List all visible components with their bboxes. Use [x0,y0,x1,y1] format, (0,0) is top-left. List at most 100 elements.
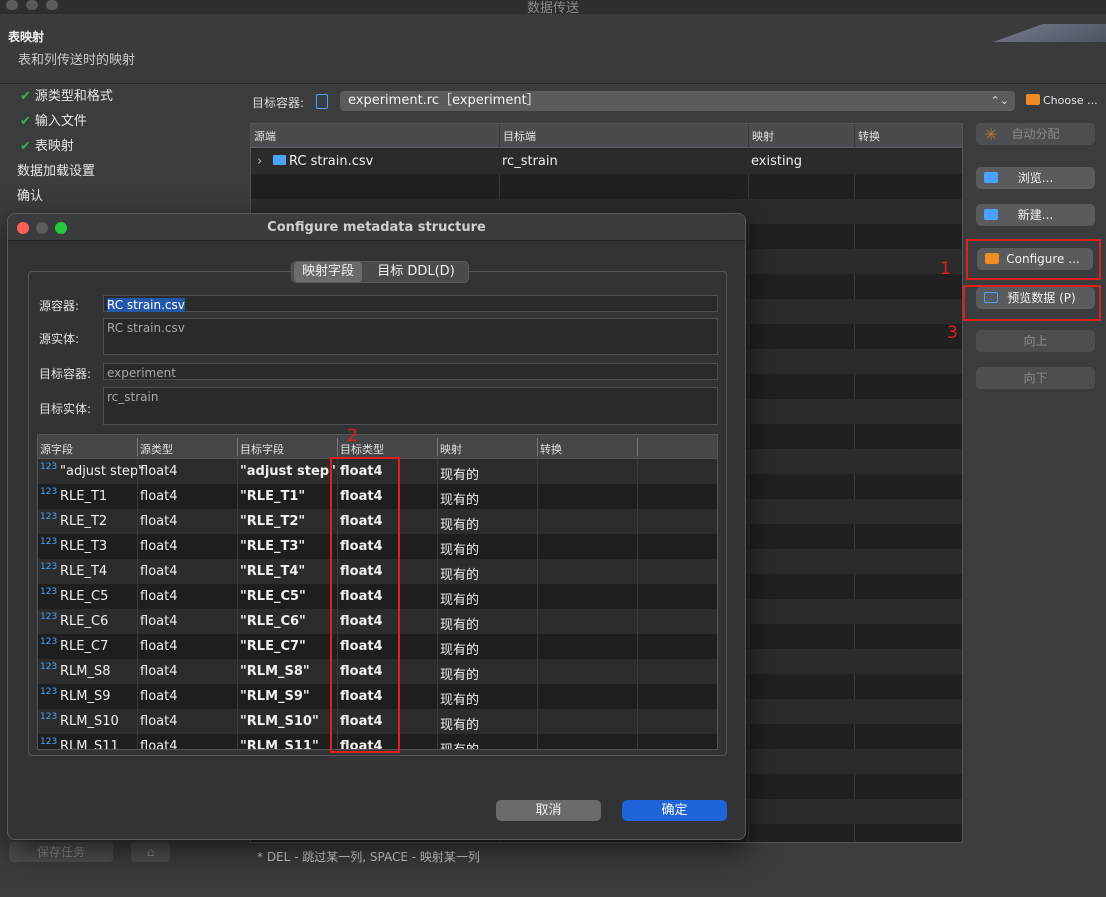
window-titlebar: 数据传送 [0,0,1106,16]
choose-button[interactable]: Choose ... [1026,94,1098,107]
mapping-cell: 现有的 [440,493,480,508]
target-field-cell: "RLM_S10" [240,714,319,729]
mapping-cell: 现有的 [440,718,480,733]
source-field-cell: RLE_T2 [60,514,108,529]
source-type-cell: float4 [140,689,178,704]
column-header-source-type[interactable]: 源类型 [140,441,173,457]
check-icon: ✔ [20,89,31,104]
target-container-label: 目标容器: [39,367,92,381]
mapping-cell: 现有的 [440,593,480,608]
column-header-target-field[interactable]: 目标字段 [240,441,284,457]
source-field-cell: RLM_S8 [60,664,111,679]
source-entity-label: 源实体: [39,332,80,346]
save-task-button[interactable]: 保存任务 [9,842,113,862]
move-down-button[interactable]: 向下 [976,367,1095,389]
mapping-table-header: 源端 目标端 映射 转换 [251,124,962,148]
source-field-cell: RLE_C7 [60,639,109,654]
configure-metadata-dialog: Configure metadata structure 映射字段 目标 DDL… [7,213,746,840]
numeric-type-icon: 123 [40,512,58,522]
source-field-cell: RLM_S9 [60,689,111,704]
column-header-mapping[interactable]: 映射 [440,441,462,457]
numeric-type-icon: 123 [40,462,58,472]
numeric-type-icon: 123 [40,737,58,747]
source-container-label: 源容器: [39,299,80,313]
mapping-cell: 现有的 [440,543,480,558]
updown-chevron-icon: ⌃⌄ [990,94,1009,107]
expand-chevron-icon[interactable]: › [257,154,262,169]
column-header-source[interactable]: 源端 [254,128,276,144]
target-container-select[interactable]: experiment.rc［experiment］ ⌃⌄ [340,91,1015,111]
target-entity-field[interactable]: rc_strain [103,387,718,425]
dialog-title: Configure metadata structure [267,220,486,235]
source-type-cell: float4 [140,489,178,504]
annotation-number-3: 3 [947,323,958,343]
numeric-type-icon: 123 [40,537,58,547]
source-type-cell: float4 [140,714,178,729]
new-button[interactable]: 新建... [976,204,1095,226]
annotation-box-configure [966,239,1101,280]
source-entity-field[interactable]: RC strain.csv [103,318,718,355]
check-icon: ✔ [20,114,31,129]
database-icon [316,94,328,109]
page-header: 表映射 表和列传送时的映射 [0,14,1106,84]
numeric-type-icon: 123 [40,687,58,697]
page-subtitle: 表和列传送时的映射 [18,53,136,68]
auto-assign-button[interactable]: ✳ 自动分配 [976,123,1095,145]
wizard-steps: ✔ 源类型和格式 ✔ 输入文件 ✔ 表映射 数据加载设置 确认 [0,84,240,214]
target-field-cell: "RLE_T1" [240,489,306,504]
page-title: 表映射 [8,30,45,44]
target-field-cell: "RLE_C7" [240,639,306,654]
annotation-box-target-type [330,457,400,753]
mapping-cell: 现有的 [440,643,480,658]
target-entity-label: 目标实体: [39,402,92,416]
source-field-cell: "adjust step" [60,464,145,479]
step-confirm[interactable]: 确认 [17,187,43,207]
numeric-type-icon: 123 [40,562,58,572]
step-input-files[interactable]: ✔ 输入文件 [20,112,87,132]
column-header-transform[interactable]: 转换 [858,128,880,144]
step-data-load-settings[interactable]: 数据加载设置 [17,162,95,182]
target-field-cell: "RLE_T4" [240,564,306,579]
source-field-cell: RLE_T3 [60,539,108,554]
check-icon: ✔ [20,139,31,154]
cancel-button[interactable]: 取消 [496,800,601,821]
target-field-cell: "RLM_S8" [240,664,310,679]
table-row[interactable]: › RC strain.csv rc_strain existing [251,149,962,174]
asterisk-icon: ✳ [984,125,998,144]
task-icon-button[interactable]: ⌂ [131,842,170,862]
target-field-cell: "RLM_S11" [240,739,319,750]
header-decoration [966,24,1106,42]
target-field-cell: "RLE_C5" [240,589,306,604]
column-divider [854,124,855,842]
numeric-type-icon: 123 [40,612,58,622]
dialog-tabs: 映射字段 目标 DDL(D) [291,261,469,283]
step-source-type[interactable]: ✔ 源类型和格式 [20,87,113,107]
target-container-field[interactable]: experiment [103,363,718,380]
source-field-cell: RLM_S10 [60,714,119,729]
source-type-cell: float4 [140,564,178,579]
step-table-mapping[interactable]: ✔ 表映射 [20,137,74,157]
column-divider [748,124,749,842]
column-header-mapping[interactable]: 映射 [752,128,774,144]
mapping-cell: 现有的 [440,618,480,633]
numeric-type-icon: 123 [40,712,58,722]
column-header-transform[interactable]: 转换 [540,441,562,457]
target-field-cell: "RLM_S9" [240,689,310,704]
numeric-type-icon: 123 [40,662,58,672]
mapping-cell: 现有的 [440,668,480,683]
column-header-target[interactable]: 目标端 [503,128,536,144]
source-type-cell: float4 [140,514,178,529]
move-up-button[interactable]: 向上 [976,330,1095,352]
browse-button[interactable]: 浏览... [976,167,1095,189]
tab-target-ddl[interactable]: 目标 DDL(D) [366,262,466,282]
new-table-icon [984,209,998,220]
annotation-box-preview [963,285,1101,321]
ok-button[interactable]: 确定 [622,800,727,821]
source-type-cell: float4 [140,464,178,479]
source-container-field[interactable]: RC strain.csv [103,295,718,312]
column-header-source-field[interactable]: 源字段 [40,441,73,457]
keyboard-hint: * DEL - 跳过某一列, SPACE - 映射某一列 [257,850,480,864]
tab-mapped-fields[interactable]: 映射字段 [294,262,362,282]
mapping-cell: 现有的 [440,568,480,583]
source-field-cell: RLE_T1 [60,489,108,504]
